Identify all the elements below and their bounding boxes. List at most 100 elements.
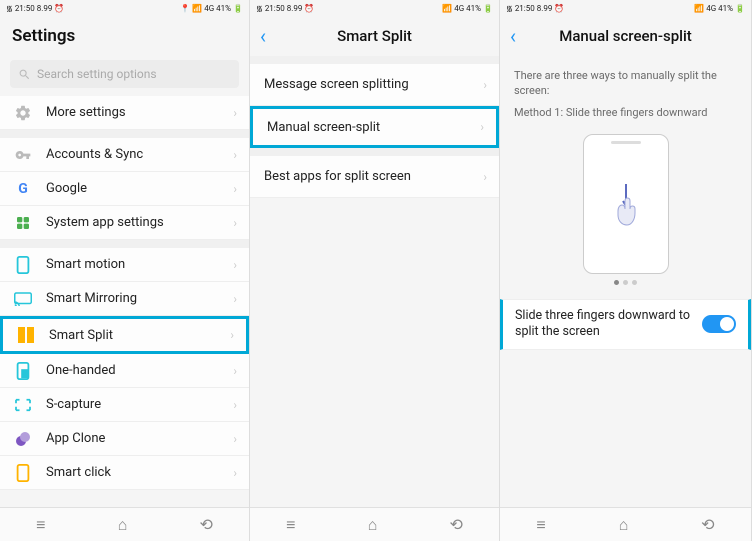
toggle-switch[interactable] [702,315,736,333]
label: Accounts & Sync [46,147,233,162]
search-input[interactable]: Search setting options [10,60,239,88]
split-icon [17,326,35,344]
page-indicator [500,280,751,285]
status-right: 4G 41% [454,4,481,13]
item-smart-mirroring[interactable]: Smart Mirroring › [0,282,249,316]
nav-back-icon[interactable]: ⟲ [199,515,212,534]
status-time: 21:50 [515,4,535,13]
nav-back-icon[interactable]: ⟲ [701,515,714,534]
battery-icon: 🔋 [233,4,243,13]
gear-icon [14,104,32,122]
label: Google [46,181,233,196]
alarm-icon: ⏰ [54,4,64,13]
item-smart-motion[interactable]: Smart motion › [0,248,249,282]
item-smart-split[interactable]: Smart Split › [0,316,249,354]
manualsplit-content: There are three ways to manually split t… [500,56,751,507]
screen-settings: ᯾ 21:50 8.99 ⏰ 📍 📶 4G 41% 🔋 Settings Sea… [0,0,250,541]
status-bar: ᯾ 21:50 8.99 ⏰ 📍 📶 4G 41% 🔋 [0,0,249,16]
chevron-right-icon: › [233,258,237,272]
toggle-slide-fingers[interactable]: Slide three fingers downward to split th… [500,299,751,350]
nav-recent-icon[interactable]: ≡ [36,515,45,535]
key-icon [14,146,32,164]
battery-icon: 🔋 [735,4,745,13]
nav-back-icon[interactable]: ⟲ [449,515,462,534]
dot [632,280,637,285]
network-icon: 📶 [192,4,202,13]
smartsplit-list: Message screen splitting › Manual screen… [250,56,499,507]
status-bar: ᯾ 21:50 8.99 ⏰ 📶 4G 41% 🔋 [250,0,499,16]
smartsplit-header: ‹ Smart Split [250,16,499,56]
grid-icon [14,214,32,232]
label: Manual screen-split [267,120,480,135]
back-button[interactable]: ‹ [510,24,516,48]
chevron-right-icon: › [483,78,487,92]
item-system-app[interactable]: System app settings › [0,206,249,240]
item-google[interactable]: G Google › [0,172,249,206]
screen-manual-split: ᯾ 21:50 8.99 ⏰ 📶 4G 41% 🔋 ‹ Manual scree… [500,0,752,541]
nav-home-icon[interactable]: ⌂ [118,515,128,535]
dot [614,280,619,285]
chevron-right-icon: › [233,432,237,446]
clone-icon [14,430,32,448]
label: One-handed [46,363,233,378]
signal-icon: ᯾ [506,3,513,14]
status-date: 8.99 [287,4,303,13]
label: S-capture [46,397,233,412]
status-time: 21:50 [15,4,35,13]
label: Smart Split [49,328,230,343]
signal-icon: ᯾ [6,3,13,14]
phone-icon [14,256,32,274]
signal-icon: ᯾ [256,3,263,14]
chevron-right-icon: › [230,328,234,342]
settings-header: Settings [0,16,249,56]
google-icon: G [14,180,32,198]
tutorial-illustration [583,134,669,274]
chevron-right-icon: › [233,106,237,120]
page-title: Smart Split [337,27,412,45]
nav-bar: ≡ ⌂ ⟲ [500,507,751,541]
item-app-clone[interactable]: App Clone › [0,422,249,456]
click-icon [14,464,32,482]
item-more-settings[interactable]: More settings › [0,96,249,130]
item-best-apps[interactable]: Best apps for split screen › [250,156,499,198]
location-icon: 📍 [180,4,190,13]
status-right: 4G 41% [706,4,733,13]
item-one-handed[interactable]: One-handed › [0,354,249,388]
label: More settings [46,105,233,120]
settings-list: More settings › Accounts & Sync › G Goog… [0,96,249,507]
alarm-icon: ⏰ [304,4,314,13]
hand-swipe-icon [606,179,646,243]
nav-bar: ≡ ⌂ ⟲ [0,507,249,541]
status-date: 8.99 [37,4,53,13]
label: Smart click [46,465,233,480]
nav-home-icon[interactable]: ⌂ [619,515,629,535]
nav-home-icon[interactable]: ⌂ [368,515,378,535]
toggle-label: Slide three fingers downward to split th… [515,308,702,341]
label: App Clone [46,431,233,446]
status-time: 21:50 [265,4,285,13]
label: Smart motion [46,257,233,272]
chevron-right-icon: › [233,466,237,480]
chevron-right-icon: › [233,398,237,412]
nav-recent-icon[interactable]: ≡ [286,515,295,535]
chevron-right-icon: › [233,292,237,306]
label: Smart Mirroring [46,291,233,306]
description-line2: Method 1: Slide three fingers downward [500,105,751,126]
back-button[interactable]: ‹ [260,24,266,48]
item-smart-click[interactable]: Smart click › [0,456,249,490]
network-icon: 📶 [694,4,704,13]
status-bar: ᯾ 21:50 8.99 ⏰ 📶 4G 41% 🔋 [500,0,751,16]
item-s-capture[interactable]: S-capture › [0,388,249,422]
chevron-right-icon: › [233,148,237,162]
item-message-splitting[interactable]: Message screen splitting › [250,64,499,106]
nav-recent-icon[interactable]: ≡ [536,515,545,535]
item-accounts-sync[interactable]: Accounts & Sync › [0,138,249,172]
item-manual-split[interactable]: Manual screen-split › [250,106,499,148]
network-icon: 📶 [442,4,452,13]
chevron-right-icon: › [233,182,237,196]
onehand-icon [14,362,32,380]
battery-icon: 🔋 [483,4,493,13]
label: Message screen splitting [264,77,483,92]
dot [623,280,628,285]
capture-icon [14,396,32,414]
